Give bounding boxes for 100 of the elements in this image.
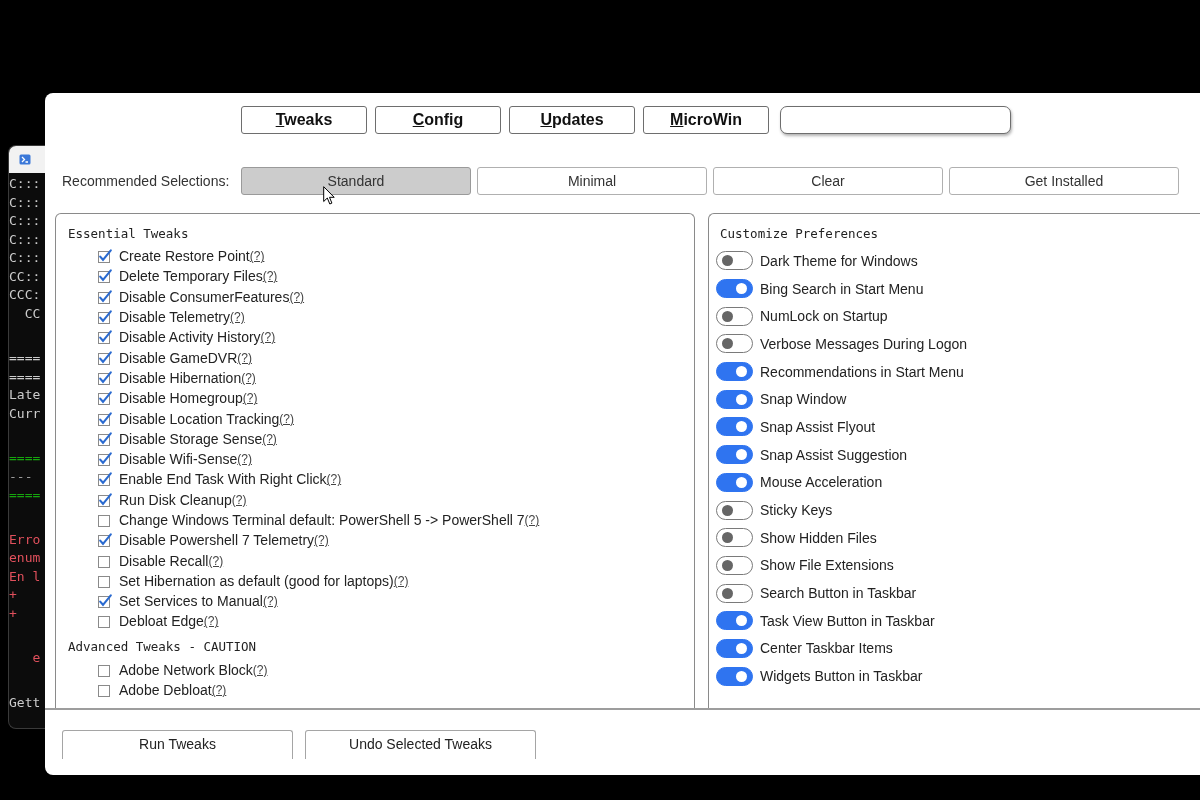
- toggle-switch[interactable]: [716, 279, 753, 299]
- section-heading: Essential Tweaks: [68, 226, 189, 242]
- checkbox[interactable]: [98, 370, 112, 385]
- help-link[interactable]: (?): [242, 391, 258, 406]
- toggle-switch[interactable]: [716, 528, 753, 548]
- checkbox[interactable]: [98, 330, 112, 345]
- help-link[interactable]: (?): [314, 533, 329, 548]
- help-link[interactable]: (?): [241, 370, 256, 385]
- help-link[interactable]: (?): [208, 553, 224, 568]
- terminal-line: CC: [23, 304, 41, 323]
- preference-label: Snap Window: [760, 391, 847, 408]
- toggle-switch[interactable]: [716, 611, 753, 631]
- preset-button[interactable]: Standard: [241, 167, 471, 195]
- checkbox[interactable]: [98, 553, 112, 568]
- app-icon[interactable]: [19, 154, 31, 165]
- tweak-label: Disable ConsumerFeatures: [119, 288, 290, 305]
- toggle-switch[interactable]: [716, 417, 753, 437]
- checkbox[interactable]: [98, 391, 112, 406]
- checkbox[interactable]: [98, 310, 112, 325]
- checkbox[interactable]: [98, 431, 112, 446]
- checkbox[interactable]: [98, 513, 112, 527]
- checkbox[interactable]: [98, 614, 112, 629]
- preset-button[interactable]: Get Installed: [949, 167, 1179, 195]
- checkbox[interactable]: [98, 492, 112, 507]
- terminal-line: C:::: [9, 193, 41, 212]
- toggle-switch[interactable]: [716, 445, 753, 465]
- tweak-label: Disable Recall: [119, 552, 209, 569]
- toggle-switch[interactable]: [716, 472, 753, 492]
- terminal-line: Gett: [9, 693, 41, 712]
- help-link[interactable]: (?): [289, 289, 305, 304]
- toggle-switch[interactable]: [716, 500, 753, 520]
- toggle-switch[interactable]: [716, 555, 753, 575]
- terminal-line: enum: [9, 549, 41, 567]
- search-field[interactable]: [780, 106, 1011, 134]
- help-link[interactable]: (?): [237, 452, 252, 467]
- toggle-switch[interactable]: [716, 306, 753, 326]
- help-link[interactable]: (?): [231, 492, 247, 507]
- checkbox[interactable]: [98, 594, 112, 609]
- help-link[interactable]: (?): [262, 594, 278, 609]
- tweak-label: Disable Hibernation: [119, 369, 242, 386]
- tab[interactable]: MicroWin: [643, 106, 769, 134]
- toggle-switch[interactable]: [716, 334, 753, 354]
- help-link[interactable]: (?): [260, 330, 276, 345]
- help-link[interactable]: (?): [262, 269, 278, 284]
- checkbox[interactable]: [98, 472, 112, 487]
- help-link[interactable]: (?): [262, 431, 277, 446]
- terminal-line: Late: [9, 386, 41, 404]
- toggle-switch[interactable]: [716, 251, 753, 271]
- toggle-switch[interactable]: [716, 389, 753, 409]
- checkbox[interactable]: [98, 269, 112, 284]
- checkbox[interactable]: [98, 452, 112, 467]
- preset-button[interactable]: Minimal: [477, 167, 707, 195]
- tweak-label: Adobe Debloat: [119, 682, 212, 699]
- checkbox[interactable]: [98, 662, 112, 677]
- preference-label: Mouse Acceleration: [760, 474, 883, 491]
- help-link[interactable]: (?): [237, 350, 252, 365]
- tweak-label: Delete Temporary Files: [119, 268, 263, 285]
- checkbox[interactable]: [98, 289, 112, 304]
- preference-label: Task View Button in Taskbar: [760, 612, 935, 629]
- terminal-line: Erro: [9, 530, 41, 549]
- help-link[interactable]: (?): [211, 683, 227, 698]
- section-heading: Advanced Tweaks - CAUTION: [68, 638, 257, 655]
- checkbox[interactable]: [98, 249, 112, 264]
- help-link[interactable]: (?): [524, 513, 540, 527]
- checkbox[interactable]: [98, 533, 112, 548]
- tweak-label: Debloat Edge: [119, 613, 204, 630]
- tweak-label: Disable GameDVR: [119, 349, 238, 366]
- help-link[interactable]: (?): [230, 310, 245, 325]
- checkbox[interactable]: [98, 683, 112, 698]
- tab[interactable]: Tweaks: [241, 106, 367, 134]
- action-button[interactable]: Run Tweaks: [62, 730, 293, 759]
- preference-label: Verbose Messages During Logon: [760, 335, 968, 352]
- preference-label: Show File Extensions: [760, 557, 894, 574]
- preset-button[interactable]: Clear: [713, 167, 943, 195]
- checkbox[interactable]: [98, 350, 112, 365]
- terminal-line: C:::: [9, 175, 41, 193]
- preference-label: Search Button in Taskbar: [760, 585, 917, 602]
- terminal-line: CCC:: [9, 286, 41, 304]
- terminal-line: C:::: [9, 212, 41, 230]
- help-link[interactable]: (?): [203, 614, 219, 629]
- help-link[interactable]: (?): [249, 249, 265, 264]
- tweak-label: Disable Powershell 7 Telemetry: [119, 532, 315, 549]
- terminal-line: C:::: [9, 249, 41, 267]
- toggle-switch[interactable]: [716, 666, 753, 686]
- action-button[interactable]: Undo Selected Tweaks: [305, 730, 536, 759]
- tab[interactable]: Config: [375, 106, 501, 134]
- tweak-label: Adobe Network Block: [119, 661, 253, 678]
- toggle-switch[interactable]: [716, 362, 753, 382]
- help-link[interactable]: (?): [279, 411, 294, 426]
- checkbox[interactable]: [98, 573, 112, 588]
- help-link[interactable]: (?): [393, 573, 409, 588]
- tab[interactable]: Updates: [509, 106, 635, 134]
- help-link[interactable]: (?): [252, 662, 268, 677]
- help-link[interactable]: (?): [326, 472, 342, 487]
- checkbox[interactable]: [98, 411, 112, 426]
- toggle-switch[interactable]: [716, 638, 753, 658]
- preference-label: Show Hidden Files: [760, 529, 877, 546]
- terminal-line: En l: [9, 567, 41, 586]
- toggle-switch[interactable]: [716, 583, 753, 603]
- preference-label: NumLock on Startup: [760, 308, 888, 325]
